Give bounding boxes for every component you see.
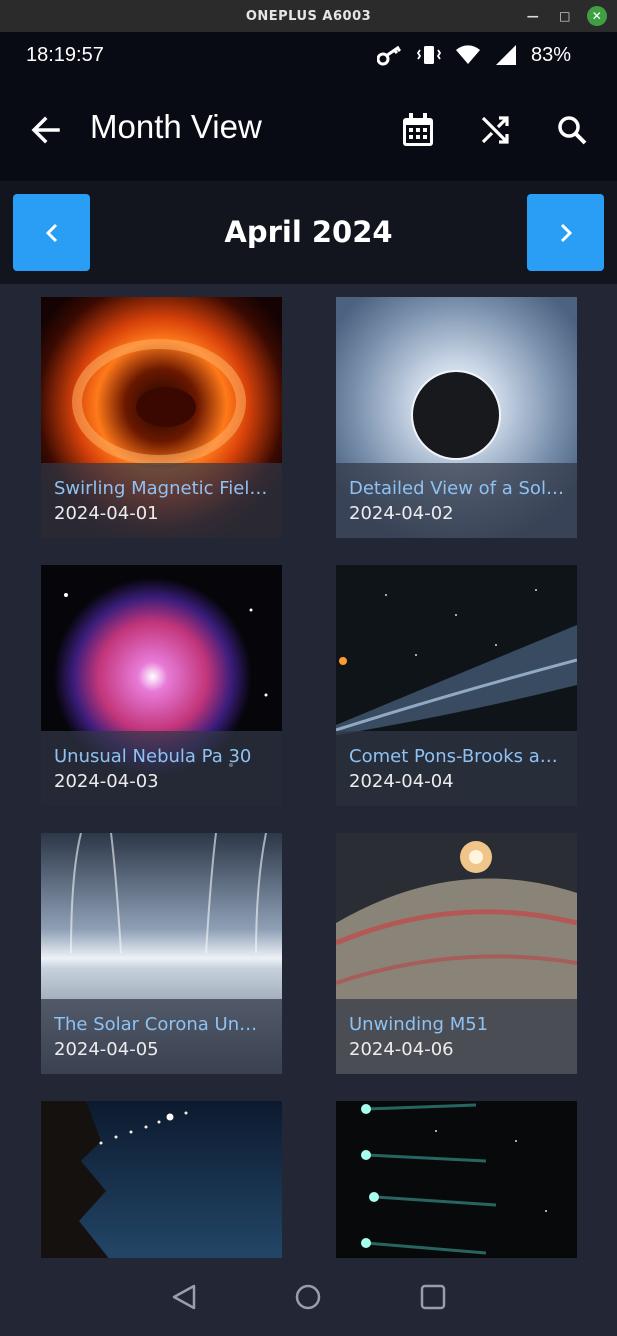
status-icons: 83% [376, 43, 571, 67]
apod-card[interactable]: Unusual Nebula Pa 30 2024-04-03 [41, 565, 282, 806]
card-caption: Unwinding M51 2024-04-06 [336, 999, 577, 1074]
close-icon[interactable]: ✕ [587, 6, 607, 26]
apod-card[interactable]: Comet Pons-Brooks at Ni... 2024-04-04 [336, 565, 577, 806]
card-caption: Unusual Nebula Pa 30 2024-04-03 [41, 731, 282, 806]
card-date: 2024-04-06 [349, 1039, 454, 1060]
apod-card[interactable]: Detailed View of a Solar ... 2024-04-02 [336, 297, 577, 538]
card-date: 2024-04-01 [54, 503, 159, 524]
wifi-icon [455, 45, 480, 64]
card-caption: Swirling Magnetic Field ... 2024-04-01 [41, 463, 282, 538]
signal-icon [495, 45, 516, 65]
apod-card[interactable]: Swirling Magnetic Field ... 2024-04-01 [41, 297, 282, 538]
apod-card[interactable] [41, 1101, 282, 1258]
apod-card[interactable]: The Solar Corona Unwra... 2024-04-05 [41, 833, 282, 1074]
window-title-bar: ONEPLUS A6003 — □ ✕ [0, 0, 617, 32]
recents-square-icon[interactable] [418, 1282, 448, 1312]
card-title: Detailed View of a Solar ... [349, 478, 564, 499]
next-month-button[interactable] [527, 194, 604, 271]
image-grid: Swirling Magnetic Field ... 2024-04-01 D… [0, 284, 617, 1258]
maximize-icon[interactable]: □ [555, 6, 575, 26]
card-image [41, 1101, 282, 1258]
battery-percent: 83% [530, 43, 571, 66]
card-image [336, 1101, 577, 1258]
card-date: 2024-04-03 [54, 771, 159, 792]
month-title: April 2024 [224, 215, 393, 249]
calendar-icon[interactable] [398, 110, 438, 150]
card-title: The Solar Corona Unwra... [54, 1014, 269, 1035]
back-triangle-icon[interactable] [169, 1282, 199, 1312]
card-title: Unwinding M51 [349, 1014, 489, 1035]
window-controls: — □ ✕ [523, 6, 607, 26]
card-caption: The Solar Corona Unwra... 2024-04-05 [41, 999, 282, 1074]
window-title: ONEPLUS A6003 [245, 8, 372, 24]
chevron-right-icon [560, 223, 572, 242]
shuffle-icon[interactable] [475, 110, 515, 150]
apod-card[interactable]: Unwinding M51 2024-04-06 [336, 833, 577, 1074]
card-caption: Detailed View of a Solar ... 2024-04-02 [336, 463, 577, 538]
card-title: Comet Pons-Brooks at Ni... [349, 746, 564, 767]
card-date: 2024-04-05 [54, 1039, 159, 1060]
month-navigation: April 2024 [0, 181, 617, 284]
status-time: 18:19:57 [26, 43, 104, 66]
card-caption: Comet Pons-Brooks at Ni... 2024-04-04 [336, 731, 577, 806]
minimize-icon[interactable]: — [523, 6, 543, 26]
apod-card[interactable] [336, 1101, 577, 1258]
home-circle-icon[interactable] [293, 1282, 323, 1312]
app-bar: Month View [0, 78, 617, 181]
status-bar: 18:19:57 83% [0, 32, 617, 78]
search-icon[interactable] [552, 110, 592, 150]
card-title: Unusual Nebula Pa 30 [54, 746, 252, 767]
key-icon [376, 45, 402, 66]
page-title: Month View [90, 108, 262, 145]
vibrate-icon [416, 46, 441, 64]
card-date: 2024-04-02 [349, 503, 454, 524]
back-arrow-icon[interactable] [26, 110, 66, 150]
card-date: 2024-04-04 [349, 771, 454, 792]
system-navigation-bar [0, 1258, 617, 1336]
card-title: Swirling Magnetic Field ... [54, 478, 269, 499]
